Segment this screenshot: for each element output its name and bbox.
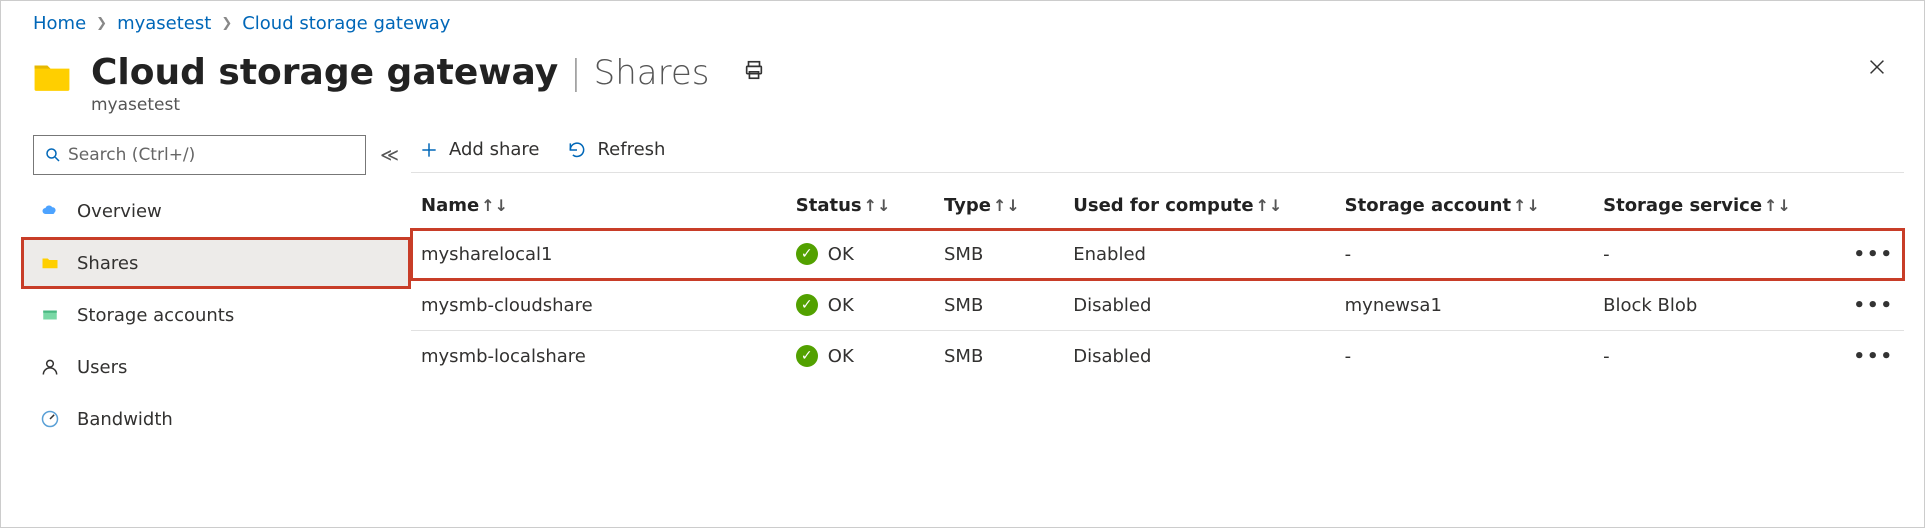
breadcrumb: Home ❯ myasetest ❯ Cloud storage gateway [1, 1, 1924, 40]
folder-icon [33, 58, 71, 92]
cell-compute: Disabled [1063, 331, 1334, 382]
cell-storage-service: - [1593, 229, 1826, 280]
cell-status: ✓OK [786, 229, 934, 280]
sidebar-item-overview[interactable]: Overview [21, 185, 411, 237]
sidebar-item-storage-accounts[interactable]: Storage accounts [21, 289, 411, 341]
sort-icon[interactable]: ↑↓ [1764, 196, 1791, 215]
column-header-type[interactable]: Type↑↓ [934, 173, 1063, 229]
column-header-name[interactable]: Name↑↓ [411, 173, 786, 229]
cell-status: ✓OK [786, 331, 934, 382]
breadcrumb-current[interactable]: Cloud storage gateway [242, 13, 450, 34]
cell-name[interactable]: mysharelocal1 [411, 229, 786, 280]
folder-icon [39, 252, 61, 274]
sidebar-item-bandwidth[interactable]: Bandwidth [21, 393, 411, 445]
cell-compute: Enabled [1063, 229, 1334, 280]
search-placeholder: Search (Ctrl+/) [68, 145, 195, 165]
collapse-sidebar-button[interactable]: ≪ [380, 145, 399, 166]
refresh-label: Refresh [597, 139, 665, 160]
add-share-button[interactable]: Add share [419, 139, 539, 160]
sidebar-item-label: Overview [77, 201, 162, 222]
sort-icon[interactable]: ↑↓ [1513, 196, 1540, 215]
cell-name[interactable]: mysmb-localshare [411, 331, 786, 382]
ellipsis-icon: ••• [1853, 295, 1894, 316]
table-row[interactable]: mysmb-cloudshare✓OKSMBDisabledmynewsa1Bl… [411, 280, 1904, 331]
shares-table: Name↑↓ Status↑↓ Type↑↓ Used for compute↑… [411, 173, 1904, 381]
cell-type: SMB [934, 229, 1063, 280]
storage-icon [39, 304, 61, 326]
breadcrumb-resource[interactable]: myasetest [117, 13, 211, 34]
title-separator: | [570, 53, 581, 93]
sort-icon[interactable]: ↑↓ [864, 196, 891, 215]
sort-icon[interactable]: ↑↓ [1256, 196, 1283, 215]
refresh-button[interactable]: Refresh [567, 139, 665, 160]
table-row[interactable]: mysmb-localshare✓OKSMBDisabled--••• [411, 331, 1904, 382]
status-ok-icon: ✓ [796, 294, 818, 316]
page-header: Cloud storage gateway | Shares myasetest [1, 40, 1924, 135]
ellipsis-icon: ••• [1853, 244, 1894, 265]
sidebar-item-label: Shares [77, 253, 138, 274]
close-button[interactable] [1862, 52, 1892, 87]
breadcrumb-home[interactable]: Home [33, 13, 86, 34]
page-section: Shares [594, 53, 710, 93]
column-header-storage-account[interactable]: Storage account↑↓ [1335, 173, 1593, 229]
status-ok-icon: ✓ [796, 243, 818, 265]
row-more-button[interactable]: ••• [1826, 331, 1904, 382]
column-header-status[interactable]: Status↑↓ [786, 173, 934, 229]
sidebar-menu: Overview Shares Storage accounts Users B… [21, 185, 411, 445]
row-more-button[interactable]: ••• [1826, 280, 1904, 331]
chevron-right-icon: ❯ [96, 16, 107, 31]
plus-icon [419, 140, 439, 160]
cell-name[interactable]: mysmb-cloudshare [411, 280, 786, 331]
sidebar-item-shares[interactable]: Shares [21, 237, 411, 289]
cell-storage-service: Block Blob [1593, 280, 1826, 331]
status-ok-icon: ✓ [796, 345, 818, 367]
gauge-icon [39, 408, 61, 430]
row-more-button[interactable]: ••• [1826, 229, 1904, 280]
search-icon [44, 146, 62, 164]
cell-storage-account: - [1335, 331, 1593, 382]
cell-type: SMB [934, 331, 1063, 382]
toolbar: Add share Refresh [411, 135, 1904, 173]
cell-type: SMB [934, 280, 1063, 331]
page-title: Cloud storage gateway [91, 52, 558, 93]
user-icon [39, 356, 61, 378]
sidebar-item-users[interactable]: Users [21, 341, 411, 393]
cell-storage-account: mynewsa1 [1335, 280, 1593, 331]
refresh-icon [567, 140, 587, 160]
sidebar-item-label: Users [77, 357, 127, 378]
sidebar: Search (Ctrl+/) ≪ Overview Shares Storag… [21, 135, 411, 445]
main-content: Add share Refresh Name↑↓ Status↑↓ Type↑↓… [411, 135, 1924, 381]
cloud-icon [39, 200, 61, 222]
ellipsis-icon: ••• [1853, 346, 1894, 367]
resource-subtitle: myasetest [91, 95, 765, 115]
cell-storage-account: - [1335, 229, 1593, 280]
add-share-label: Add share [449, 139, 539, 160]
cell-status: ✓OK [786, 280, 934, 331]
column-header-compute[interactable]: Used for compute↑↓ [1063, 173, 1334, 229]
cell-storage-service: - [1593, 331, 1826, 382]
sort-icon[interactable]: ↑↓ [481, 196, 508, 215]
sidebar-item-label: Storage accounts [77, 305, 234, 326]
sidebar-item-label: Bandwidth [77, 409, 173, 430]
chevron-right-icon: ❯ [221, 16, 232, 31]
column-header-storage-service[interactable]: Storage service↑↓ [1593, 173, 1826, 229]
search-input[interactable]: Search (Ctrl+/) [33, 135, 366, 175]
sort-icon[interactable]: ↑↓ [993, 196, 1020, 215]
table-row[interactable]: mysharelocal1✓OKSMBEnabled--••• [411, 229, 1904, 280]
cell-compute: Disabled [1063, 280, 1334, 331]
print-icon[interactable] [743, 59, 765, 86]
